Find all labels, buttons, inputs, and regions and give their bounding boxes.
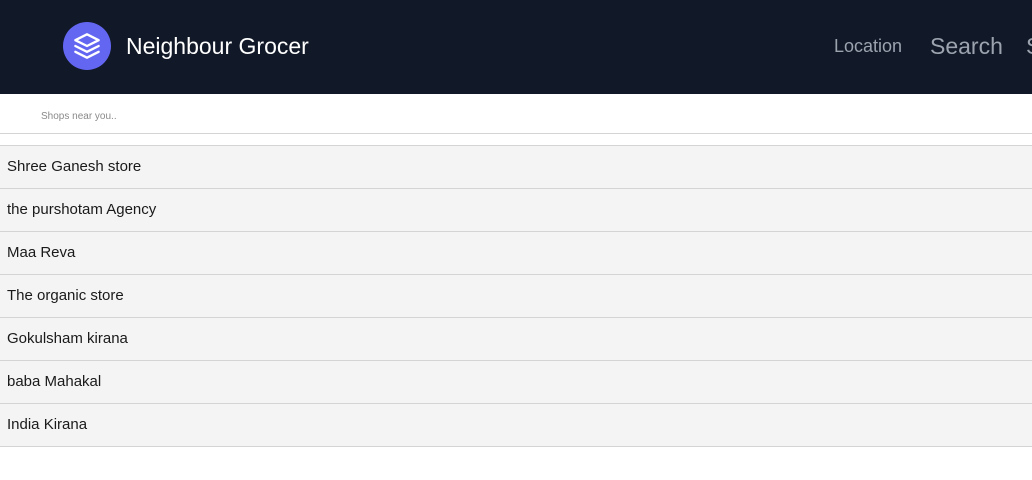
shop-item[interactable]: baba Mahakal (0, 361, 1032, 404)
shop-item[interactable]: Shree Ganesh store (0, 146, 1032, 189)
shop-item[interactable]: Maa Reva (0, 232, 1032, 275)
brand-name: Neighbour Grocer (126, 32, 309, 59)
shops-subheader: Shops near you.. (0, 94, 1032, 134)
shop-item[interactable]: the purshotam Agency (0, 189, 1032, 232)
shop-item[interactable]: Gokulsham kirana (0, 318, 1032, 361)
shop-item[interactable]: India Kirana (0, 404, 1032, 447)
nav-link-search[interactable]: Search (930, 33, 1003, 60)
layers-icon (63, 22, 111, 70)
shop-item[interactable]: The organic store (0, 275, 1032, 318)
nav-link-location[interactable]: Location (834, 36, 902, 57)
nav-link-truncated[interactable]: S (1026, 33, 1032, 60)
shop-list: Shree Ganesh store the purshotam Agency … (0, 145, 1032, 447)
shops-near-you-label: Shops near you.. (41, 111, 117, 122)
brand-link[interactable]: Neighbour Grocer (63, 22, 309, 70)
top-navbar: Neighbour Grocer Location Search S (0, 0, 1032, 94)
